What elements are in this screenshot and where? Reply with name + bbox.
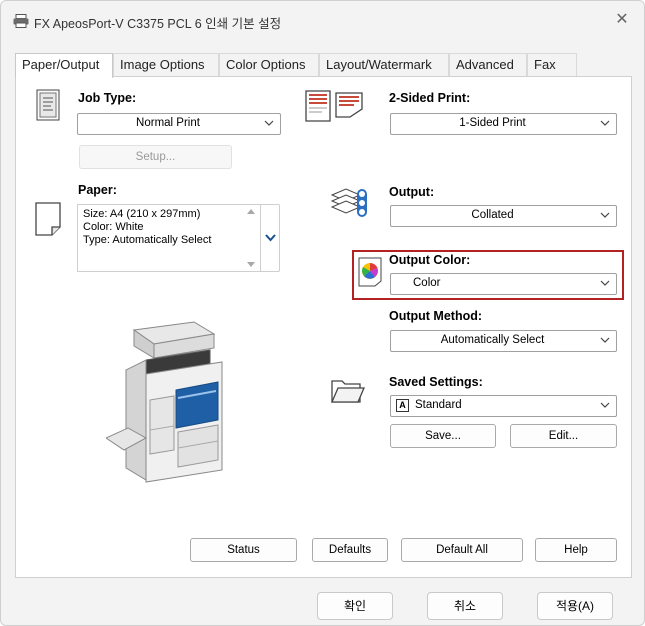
tab-advanced[interactable]: Advanced [449, 53, 527, 77]
two-sided-dropdown[interactable]: 1-Sided Print [390, 113, 617, 135]
job-type-dropdown[interactable]: Normal Print [77, 113, 281, 135]
printer-icon [13, 14, 29, 28]
ok-button[interactable]: 확인 [317, 592, 393, 620]
paper-size-line: Size: A4 (210 x 297mm) [83, 208, 201, 220]
two-sided-label: 2-Sided Print: [389, 91, 471, 105]
chevron-down-icon [265, 234, 276, 242]
job-type-icon [36, 89, 60, 121]
close-icon[interactable]: ✕ [612, 10, 632, 30]
saved-settings-dropdown[interactable]: A Standard [390, 395, 617, 417]
job-type-value: Normal Print [136, 117, 200, 129]
output-dropdown[interactable]: Collated [390, 205, 617, 227]
output-color-label: Output Color: [389, 253, 471, 267]
chevron-down-icon [600, 120, 610, 126]
tab-color-options[interactable]: Color Options [219, 53, 319, 77]
output-label: Output: [389, 185, 435, 199]
defaults-button[interactable]: Defaults [312, 538, 388, 562]
paper-list-scrollbar[interactable] [242, 205, 260, 271]
help-button[interactable]: Help [535, 538, 617, 562]
default-all-button[interactable]: Default All [401, 538, 523, 562]
tab-layout-watermark[interactable]: Layout/Watermark [319, 53, 449, 77]
output-method-label: Output Method: [389, 309, 483, 323]
saved-settings-badge: A [396, 399, 409, 412]
chevron-down-icon [600, 212, 610, 218]
paper-color-line: Color: White [83, 221, 144, 233]
saved-settings-label: Saved Settings: [389, 375, 483, 389]
two-sided-value: 1-Sided Print [459, 117, 526, 129]
tab-fax[interactable]: Fax [527, 53, 577, 77]
chevron-down-icon [600, 337, 610, 343]
output-method-value: Automatically Select [440, 334, 545, 346]
title-bar: FX ApeosPort-V C3375 PCL 6 인쇄 기본 설정 ✕ [1, 1, 644, 41]
saved-settings-folder-icon [331, 380, 365, 403]
two-sided-icon [305, 90, 363, 122]
paper-label: Paper: [78, 183, 117, 197]
setup-button[interactable]: Setup... [79, 145, 232, 169]
output-method-dropdown[interactable]: Automatically Select [390, 330, 617, 352]
job-type-label: Job Type: [78, 91, 137, 105]
paper-summary-list[interactable]: Size: A4 (210 x 297mm) Color: White Type… [77, 204, 261, 272]
output-color-dropdown[interactable]: Color [390, 273, 617, 295]
printer-device-image [106, 321, 223, 483]
apply-button[interactable]: 적용(A) [537, 592, 613, 620]
status-button[interactable]: Status [190, 538, 297, 562]
output-color-icon [358, 257, 382, 287]
save-settings-button[interactable]: Save... [390, 424, 496, 448]
chevron-down-icon [600, 402, 610, 408]
window-title: FX ApeosPort-V C3375 PCL 6 인쇄 기본 설정 [34, 17, 282, 31]
output-collate-icon [330, 188, 367, 217]
saved-settings-value: Standard [415, 399, 462, 411]
edit-settings-button[interactable]: Edit... [510, 424, 617, 448]
paper-icon [35, 202, 61, 236]
paper-output-panel: Job Type: Normal Print Setup... Paper: S… [15, 76, 632, 578]
cancel-button[interactable]: 취소 [427, 592, 503, 620]
tab-paper-output[interactable]: Paper/Output [15, 53, 113, 78]
paper-expand-button[interactable] [260, 204, 280, 272]
output-color-value: Color [413, 277, 441, 289]
chevron-down-icon [600, 280, 610, 286]
paper-type-line: Type: Automatically Select [83, 234, 212, 246]
print-preferences-window: FX ApeosPort-V C3375 PCL 6 인쇄 기본 설정 ✕ Pa… [0, 0, 645, 626]
tab-image-options[interactable]: Image Options [113, 53, 219, 77]
chevron-down-icon [264, 120, 274, 126]
output-value: Collated [471, 209, 514, 221]
